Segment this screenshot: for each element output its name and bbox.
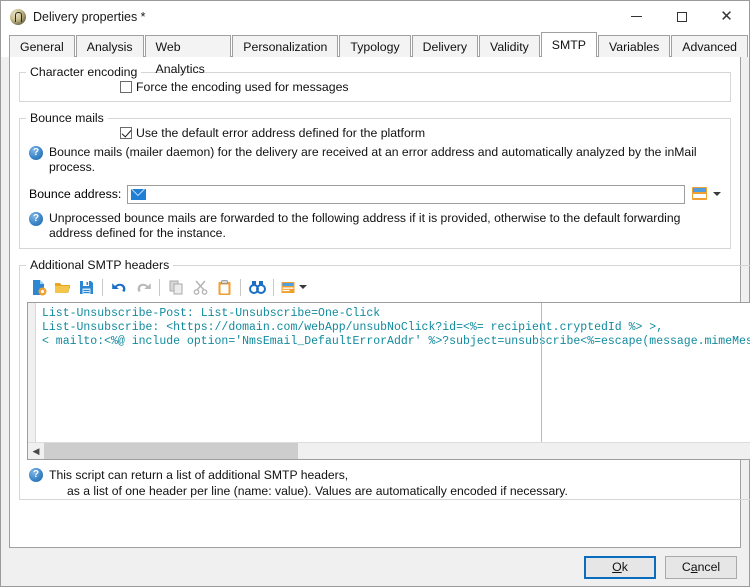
cancel-button[interactable]: Ca ncel: [665, 555, 737, 579]
editor-margin-guide: [541, 303, 542, 442]
tab-advanced[interactable]: Advanced: [671, 35, 748, 57]
bounce-mails-info-2-text: Unprocessed bounce mails are forwarded t…: [49, 211, 681, 240]
close-button[interactable]: ✕: [704, 1, 749, 32]
use-default-error-address-row[interactable]: Use the default error address defined fo…: [20, 126, 730, 140]
bounce-mails-info-2: ? Unprocessed bounce mails are forwarded…: [20, 211, 730, 241]
code-line-2: List-Unsubscribe: <https://domain.com/we…: [42, 321, 664, 334]
force-encoding-label: Force the encoding used for messages: [136, 80, 349, 94]
use-default-error-address-label: Use the default error address defined fo…: [136, 126, 426, 140]
new-script-icon: [32, 279, 46, 295]
paste-icon: [218, 279, 230, 295]
tab-validity[interactable]: Validity: [479, 35, 540, 57]
bounce-mails-group: Bounce mails Use the default error addre…: [19, 111, 731, 249]
save-script-button[interactable]: [74, 276, 98, 298]
tab-variables[interactable]: Variables: [597, 35, 671, 57]
paste-button[interactable]: [212, 276, 236, 298]
cancel-suffix: ncel: [697, 560, 721, 574]
open-folder-icon: [54, 282, 70, 293]
copy-button[interactable]: [164, 276, 188, 298]
dialog-footer: Ok Ca ncel: [1, 548, 749, 586]
tab-smtp[interactable]: SMTP: [540, 32, 597, 57]
minimize-icon: [631, 16, 642, 17]
insert-field-button[interactable]: [278, 276, 308, 298]
tab-delivery[interactable]: Delivery: [411, 35, 479, 57]
ok-accel: O: [612, 560, 622, 574]
editor-body[interactable]: List-Unsubscribe-Post: List-Unsubscribe=…: [28, 303, 750, 442]
editor-horizontal-scrollbar[interactable]: ◀ ▶: [28, 442, 750, 459]
toolbar-separator: [273, 278, 274, 296]
undo-icon: [111, 282, 125, 292]
chevron-down-icon[interactable]: [298, 285, 307, 289]
close-icon: ✕: [720, 7, 733, 25]
character-encoding-legend: Character encoding: [30, 65, 138, 79]
script-help-line-2: as a list of one header per line (name: …: [67, 484, 568, 498]
cancel-accel: a: [690, 560, 698, 574]
use-default-error-address-checkbox[interactable]: [120, 127, 132, 139]
help-icon: ?: [29, 212, 43, 226]
delivery-properties-icon: [10, 8, 26, 25]
bounce-mails-info-1: ? Bounce mails (mailer daemon) for the d…: [20, 145, 730, 175]
tab-web-analytics[interactable]: Web Analytics: [144, 35, 232, 76]
ok-button[interactable]: Ok: [584, 555, 656, 579]
script-toolbar: [20, 272, 750, 300]
scroll-left-icon[interactable]: ◀: [28, 446, 44, 457]
copy-icon: [169, 280, 182, 294]
tab-personalization[interactable]: Personalization: [232, 35, 339, 57]
editor-gutter: [28, 303, 36, 442]
envelope-icon: [131, 188, 147, 200]
force-encoding-checkbox[interactable]: [120, 81, 132, 93]
help-icon: ?: [29, 468, 43, 482]
bounce-address-input[interactable]: [127, 184, 685, 204]
hscroll-track[interactable]: [44, 443, 750, 459]
toolbar-separator: [240, 278, 241, 296]
additional-smtp-headers-group: Additional SMTP headers List-Unsubscribe…: [19, 258, 750, 500]
character-encoding-group: Character encoding Force the encoding us…: [19, 65, 731, 102]
cancel-prefix: C: [681, 560, 691, 574]
hscroll-thumb[interactable]: [44, 443, 298, 459]
force-encoding-row[interactable]: Force the encoding used for messages: [20, 80, 730, 94]
tab-general[interactable]: General: [9, 35, 75, 57]
maximize-button[interactable]: [659, 1, 704, 32]
window-controls: ✕: [614, 1, 749, 32]
minimize-button[interactable]: [614, 1, 659, 32]
open-script-button[interactable]: [50, 276, 74, 298]
tab-typology[interactable]: Typology: [339, 35, 411, 57]
additional-smtp-headers-legend: Additional SMTP headers: [30, 258, 170, 272]
undo-button[interactable]: [107, 276, 131, 298]
new-script-button[interactable]: [26, 276, 50, 298]
find-icon: [248, 280, 266, 294]
smtp-tab-panel: Character encoding Force the encoding us…: [9, 57, 750, 548]
bounce-mails-legend: Bounce mails: [30, 111, 104, 125]
cut-button[interactable]: [188, 276, 212, 298]
chevron-down-icon[interactable]: [713, 192, 721, 196]
script-editor[interactable]: List-Unsubscribe-Post: List-Unsubscribe=…: [27, 302, 750, 460]
bounce-mails-info-1-text: Bounce mails (mailer daemon) for the del…: [49, 145, 697, 174]
redo-icon: [137, 282, 151, 292]
redo-button[interactable]: [131, 276, 155, 298]
help-icon: ?: [29, 146, 43, 160]
find-button[interactable]: [245, 276, 269, 298]
script-help: ? This script can return a list of addit…: [22, 467, 750, 499]
code-line-3: < mailto:<%@ include option='NmsEmail_De…: [42, 335, 750, 348]
ok-label-rest: k: [621, 560, 628, 574]
code-line-1: List-Unsubscribe-Post: List-Unsubscribe=…: [42, 307, 381, 320]
window-title: Delivery properties *: [33, 9, 146, 24]
bounce-address-row: Bounce address:: [20, 184, 730, 204]
maximize-icon: [676, 11, 687, 22]
insert-field-icon: [281, 281, 294, 293]
toolbar-separator: [102, 278, 103, 296]
tab-analysis[interactable]: Analysis: [75, 35, 144, 57]
save-icon: [79, 280, 93, 294]
toolbar-separator: [159, 278, 160, 296]
editor-code[interactable]: List-Unsubscribe-Post: List-Unsubscribe=…: [36, 303, 750, 442]
delivery-properties-dialog: Delivery properties * ✕ General Analysis…: [0, 0, 750, 587]
select-bounce-address-button[interactable]: [690, 184, 710, 204]
cut-icon: [193, 280, 207, 295]
script-help-line-1: This script can return a list of additio…: [49, 468, 349, 482]
tab-strip: General Analysis Web Analytics Personali…: [1, 32, 749, 76]
title-bar: Delivery properties * ✕: [1, 1, 749, 32]
bounce-address-label: Bounce address:: [29, 187, 122, 201]
